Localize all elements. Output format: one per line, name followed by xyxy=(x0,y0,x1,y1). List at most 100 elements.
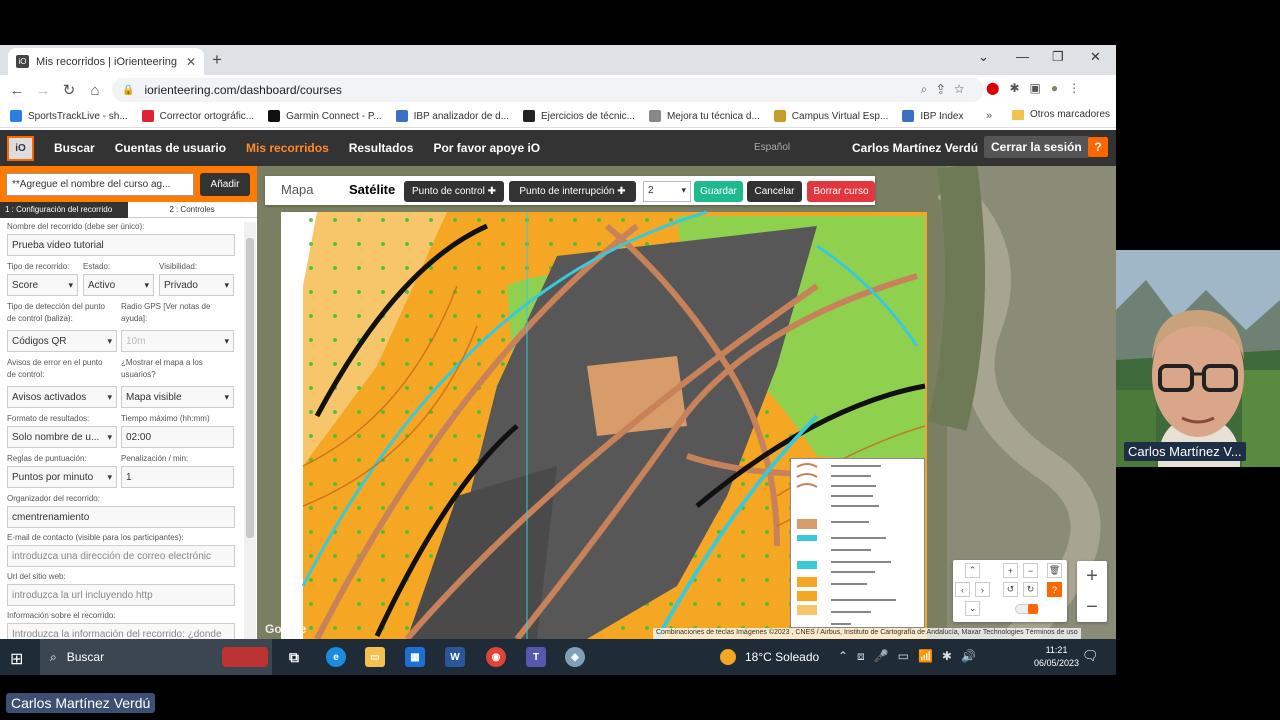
bookmark-item[interactable]: SportsTrackLive - sh... xyxy=(10,110,128,122)
course-name-field[interactable]: Prueba video tutorial xyxy=(7,234,235,256)
form-scrollbar[interactable] xyxy=(244,222,256,639)
nav-support[interactable]: Por favor apoye iO xyxy=(433,141,540,155)
address-bar[interactable]: 🔒 iorienteering.com/dashboard/courses ⌕⇪… xyxy=(112,78,984,102)
detection-select[interactable]: Códigos QR xyxy=(7,330,117,352)
logout-button[interactable]: Cerrar la sesión xyxy=(984,136,1089,158)
nav-buscar[interactable]: Buscar xyxy=(54,141,95,155)
scoring-rules-select[interactable]: Puntos por minuto xyxy=(7,466,117,488)
close-window-icon[interactable]: ✕ xyxy=(1090,49,1101,65)
help-button[interactable]: ? xyxy=(1088,137,1108,157)
reload-icon[interactable]: ↻ xyxy=(56,81,82,99)
home-icon[interactable]: ⌂ xyxy=(82,82,108,99)
map-type-map[interactable]: Mapa xyxy=(281,182,314,197)
notifications-icon[interactable]: 🗨 xyxy=(1082,648,1099,664)
forward-icon[interactable]: → xyxy=(30,82,56,99)
course-info-field[interactable]: Introduzca la información del recorrido:… xyxy=(7,623,235,639)
opacity-slider-thumb[interactable] xyxy=(1028,604,1038,614)
penalty-field[interactable]: 1 xyxy=(121,466,234,488)
max-time-field[interactable]: 02:00 xyxy=(121,426,234,448)
zoom-out-button[interactable]: − xyxy=(1077,592,1107,622)
rotate-left-icon[interactable]: ↺ xyxy=(1003,582,1018,597)
show-map-select[interactable]: Mapa visible xyxy=(121,386,234,408)
system-tray-icons[interactable]: ⌃⧈🎤▭📶✱🔊 xyxy=(838,649,985,664)
language-selector[interactable]: Español xyxy=(754,142,790,153)
app-icon[interactable]: ◈ xyxy=(565,647,585,667)
course-type-select[interactable]: Score xyxy=(7,274,78,296)
left-arrow-icon[interactable]: ‹ xyxy=(955,582,970,597)
tab-controls[interactable]: 2 : Controles xyxy=(130,202,254,218)
bookmark-item[interactable]: Corrector ortográfic... xyxy=(141,110,254,122)
app-logo[interactable]: iO xyxy=(7,135,34,161)
edge-icon[interactable]: e xyxy=(326,647,346,667)
error-warnings-select[interactable]: Avisos activados xyxy=(7,386,117,408)
save-button[interactable]: Guardar xyxy=(694,181,743,202)
trash-icon[interactable]: 🗑 xyxy=(1047,563,1062,578)
restore-icon[interactable]: ❐ xyxy=(1052,49,1064,65)
taskbar-search[interactable]: ⌕ Buscar xyxy=(40,639,272,675)
bookmarks-more-icon[interactable]: » xyxy=(986,110,992,122)
bookmark-item[interactable]: Ejercicios de técnic... xyxy=(523,110,635,122)
windows-start-icon[interactable]: ⊞ xyxy=(10,649,23,669)
word-icon[interactable]: W xyxy=(445,647,465,667)
teams-icon[interactable]: T xyxy=(526,647,546,667)
minimize-icon[interactable]: — xyxy=(1016,49,1029,64)
opacity-slider[interactable] xyxy=(1015,604,1039,614)
scale-up-icon[interactable]: + xyxy=(1003,563,1018,578)
add-button[interactable]: Añadir xyxy=(200,173,250,196)
nav-my-courses[interactable]: Mis recorridos xyxy=(246,141,329,155)
profile-avatar[interactable]: ● xyxy=(1051,81,1058,95)
back-icon[interactable]: ← xyxy=(4,82,30,99)
other-bookmarks[interactable]: Otros marcadores xyxy=(1012,109,1110,120)
clock[interactable]: 11:21 06/05/2023 xyxy=(1034,644,1079,670)
menu-icon[interactable]: ⋮ xyxy=(1068,81,1080,95)
zoom-in-button[interactable]: + xyxy=(1077,561,1107,591)
right-arrow-icon[interactable]: › xyxy=(975,582,990,597)
weather-widget[interactable]: 18°C Soleado xyxy=(720,649,819,665)
website-field[interactable]: introduzca la url incluyendo http xyxy=(7,584,235,606)
organizer-field[interactable]: cmentrenamiento xyxy=(7,506,235,528)
bookmark-item[interactable]: Garmin Connect - P... xyxy=(268,110,382,122)
bookmark-item[interactable]: IBP Index xyxy=(902,110,964,122)
gps-radius-select[interactable]: 10m xyxy=(121,330,234,352)
browser-tab[interactable]: iO Mis recorridos | iOrienteering ✕ xyxy=(8,48,204,75)
detection-label-2: de control (baliza): xyxy=(7,314,73,323)
tab-course-config[interactable]: 1 : Configuración del recorrido xyxy=(0,202,128,218)
map-help-icon[interactable]: ? xyxy=(1047,582,1062,597)
extensions-icon[interactable]: ✱ xyxy=(1009,81,1019,95)
email-field[interactable]: introduzca una dirección de correo elect… xyxy=(7,545,235,567)
add-interruption-point-button[interactable]: Punto de interrupción ✚ xyxy=(509,181,636,202)
new-tab-icon[interactable]: + xyxy=(212,50,222,70)
bookmark-item[interactable]: IBP analizador de d... xyxy=(395,110,510,122)
rotate-right-icon[interactable]: ↻ xyxy=(1023,582,1038,597)
tab-search-icon[interactable]: ⌄ xyxy=(978,49,989,65)
bookmark-item[interactable]: Campus Virtual Esp... xyxy=(773,110,888,122)
side-panel-icon[interactable]: ▣ xyxy=(1030,81,1041,95)
results-format-select[interactable]: Solo nombre de u... xyxy=(7,426,117,448)
file-explorer-icon[interactable]: ▭ xyxy=(365,647,385,667)
up-arrow-icon[interactable]: ⌃ xyxy=(965,563,980,578)
chrome-icon[interactable]: ◉ xyxy=(486,647,506,667)
task-view-icon[interactable]: ⧉ xyxy=(284,647,304,667)
scale-down-icon[interactable]: − xyxy=(1023,563,1038,578)
webcam-feed: Carlos Martínez V... xyxy=(1116,250,1280,467)
nav-results[interactable]: Resultados xyxy=(349,141,414,155)
status-select[interactable]: Activo xyxy=(83,274,154,296)
address-bar-icons[interactable]: ⌕⇪☆ xyxy=(921,82,974,97)
opera-icon[interactable]: ⬤ xyxy=(986,81,999,95)
favicon-icon: iO xyxy=(16,55,29,68)
map-area[interactable]: Mapa Satélite Punto de control ✚ Punto d… xyxy=(257,166,1116,639)
close-tab-icon[interactable]: ✕ xyxy=(186,55,196,69)
bookmark-item[interactable]: Mejora tu técnica d... xyxy=(648,110,760,122)
bookmark-label: IBP analizador de d... xyxy=(413,110,510,122)
scroll-thumb[interactable] xyxy=(246,238,254,538)
point-number-select[interactable]: 2 xyxy=(643,181,691,202)
add-control-point-button[interactable]: Punto de control ✚ xyxy=(404,181,504,202)
delete-course-button[interactable]: Borrar curso xyxy=(807,181,875,202)
cancel-button[interactable]: Cancelar xyxy=(747,181,802,202)
down-arrow-icon[interactable]: ⌄ xyxy=(965,601,980,616)
course-name-select[interactable]: **Agregue el nombre del curso ag... xyxy=(6,173,194,196)
visibility-select[interactable]: Privado xyxy=(159,274,234,296)
store-icon[interactable]: ▦ xyxy=(405,647,425,667)
map-type-satellite[interactable]: Satélite xyxy=(349,182,395,197)
nav-user-accounts[interactable]: Cuentas de usuario xyxy=(115,141,226,155)
